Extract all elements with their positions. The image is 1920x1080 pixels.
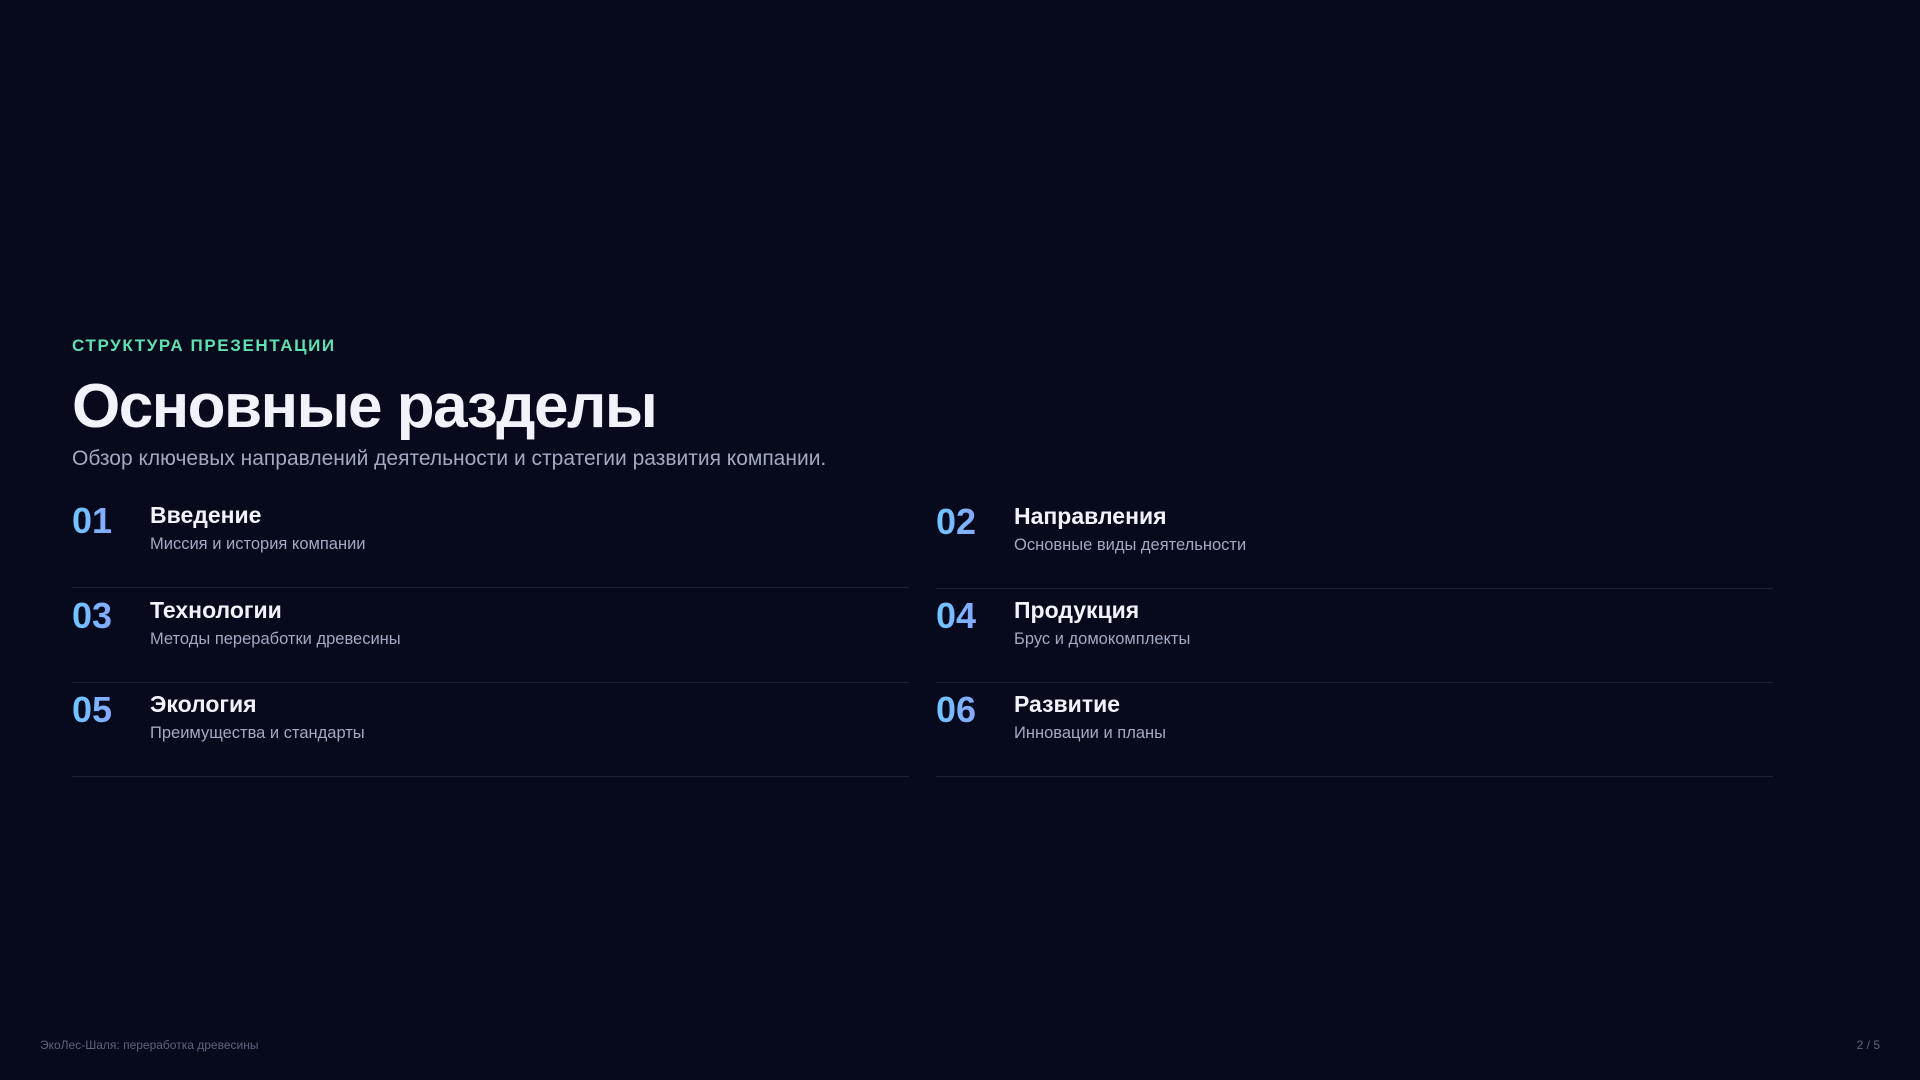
page-subtitle: Обзор ключевых направлений деятельности … <box>72 447 827 470</box>
section-description: Инновации и планы <box>1014 724 1166 742</box>
section-text: Экология Преимущества и стандарты <box>150 688 365 744</box>
section-text: Развитие Инновации и планы <box>1014 688 1166 744</box>
section-title: Продукция <box>1014 597 1140 623</box>
section-item-technologies: 03 Технологии Методы переработки древеси… <box>72 590 909 683</box>
slide-content: СТРУКТУРА ПРЕЗЕНТАЦИИ Основные разделы О… <box>72 333 1774 777</box>
slide: СТРУКТУРА ПРЕЗЕНТАЦИИ Основные разделы О… <box>0 0 1920 1080</box>
sections-grid: 01 Введение Миссия и история компании 02… <box>72 495 1774 777</box>
section-title: Направления <box>1014 503 1167 529</box>
section-description: Брус и домокомплекты <box>1014 630 1191 648</box>
section-title: Технологии <box>150 597 282 623</box>
section-eyebrow: СТРУКТУРА ПРЕЗЕНТАЦИИ <box>72 336 336 355</box>
section-item-directions: 02 Направления Основные виды деятельност… <box>936 496 1773 589</box>
section-item-products: 04 Продукция Брус и домокомплекты <box>936 590 1773 683</box>
footer-caption: ЭкоЛес-Шаля: переработка древесины <box>40 1038 259 1052</box>
section-description: Основные виды деятельности <box>1014 536 1247 554</box>
section-text: Продукция Брус и домокомплекты <box>1014 594 1190 650</box>
section-description: Преимущества и стандарты <box>150 724 365 742</box>
section-item-development: 06 Развитие Инновации и планы <box>936 684 1773 777</box>
page-counter: 2 / 5 <box>1856 1038 1880 1052</box>
section-number: 06 <box>936 690 1014 730</box>
section-number: 05 <box>72 690 150 730</box>
section-item-ecology: 05 Экология Преимущества и стандарты <box>72 684 909 777</box>
section-number: 04 <box>936 596 1014 636</box>
section-item-intro: 01 Введение Миссия и история компании <box>72 495 909 588</box>
section-text: Введение Миссия и история компании <box>150 499 366 555</box>
section-text: Направления Основные виды деятельности <box>1014 500 1246 556</box>
section-description: Методы переработки древесины <box>150 630 401 648</box>
section-number: 01 <box>72 501 150 541</box>
section-description: Миссия и история компании <box>150 535 366 553</box>
section-text: Технологии Методы переработки древесины <box>150 594 401 650</box>
section-title: Экология <box>150 691 257 717</box>
section-title: Развитие <box>1014 691 1121 717</box>
section-number: 02 <box>936 502 1014 542</box>
page-title: Основные разделы <box>72 372 658 441</box>
section-title: Введение <box>150 502 262 528</box>
section-number: 03 <box>72 596 150 636</box>
